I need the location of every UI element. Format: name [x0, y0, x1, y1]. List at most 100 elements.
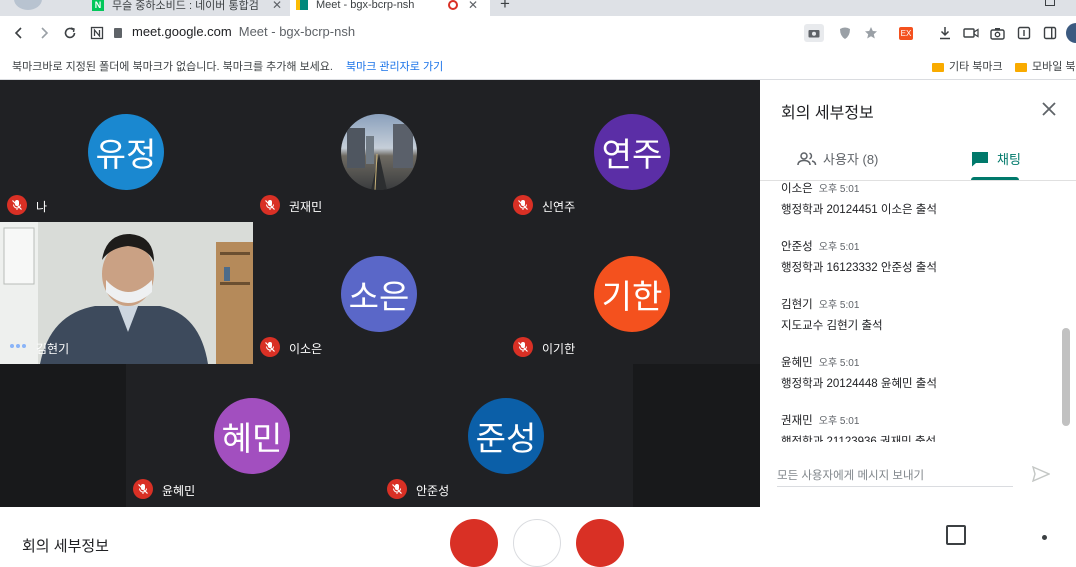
- chat-message: 김현기 오후 5:01 지도교수 김현기 출석: [781, 296, 883, 333]
- participant-tile[interactable]: 연주 신연주: [506, 80, 760, 222]
- grid-spacer: [633, 364, 760, 507]
- download-icon[interactable]: [936, 24, 954, 42]
- url-domain: meet.google.com: [132, 24, 232, 39]
- shield-icon[interactable]: [836, 24, 854, 42]
- mic-off-icon: [513, 337, 533, 357]
- participant-name: 나: [36, 200, 48, 214]
- message-sender: 이소은: [781, 183, 813, 195]
- participant-name: 윤혜민: [162, 484, 196, 498]
- folder-icon: [932, 62, 944, 72]
- participant-avatar: 혜민: [214, 398, 290, 474]
- video-capture-icon[interactable]: [962, 24, 980, 42]
- chat-message-input[interactable]: 모든 사용자에게 메시지 보내기: [777, 467, 1013, 487]
- message-time: 오후 5:01: [818, 300, 860, 311]
- message-text: 행정학과 16123332 안준성 출석: [781, 262, 937, 274]
- meeting-details-label[interactable]: 회의 세부정보: [22, 535, 109, 556]
- tab-title: 무슬 중하소비드 : 네이버 통합검: [112, 0, 259, 12]
- people-icon: [797, 151, 817, 165]
- bookmark-manager-link[interactable]: 북마크 관리자로 가기: [346, 58, 443, 74]
- forward-icon[interactable]: [35, 24, 53, 42]
- grid-spacer: [0, 364, 126, 507]
- mic-off-icon: [260, 337, 280, 357]
- mic-off-icon: [7, 195, 27, 215]
- message-time: 오후 5:01: [818, 184, 860, 195]
- address-bar[interactable]: meet.google.com Meet - bgx-bcrp-nsh: [114, 24, 355, 39]
- chat-scrollbar[interactable]: [1062, 328, 1070, 426]
- meeting-grid: 유정 나 권재민 연주 신연주 김현기 소은 이소은 기한 이기한 혜민 윤혜민…: [0, 80, 760, 507]
- url-page-title: Meet - bgx-bcrp-nsh: [238, 24, 356, 39]
- message-text: 지도교수 김현기 출석: [781, 320, 883, 332]
- recording-icon: [448, 0, 458, 10]
- close-tab-icon[interactable]: ✕: [272, 0, 282, 12]
- message-sender: 권재민: [781, 415, 813, 427]
- participant-photo: [341, 114, 417, 190]
- participant-avatar: 준성: [468, 398, 544, 474]
- camera-toggle-button[interactable]: [576, 519, 624, 567]
- reader-icon[interactable]: [1015, 24, 1033, 42]
- message-sender: 안준성: [781, 241, 813, 253]
- tab-meet[interactable]: Meet - bgx-bcrp-nsh ✕: [290, 0, 490, 16]
- participant-name: 권재민: [289, 200, 323, 214]
- tab-people[interactable]: 사용자 (8): [797, 149, 878, 168]
- mic-toggle-button[interactable]: [450, 519, 498, 567]
- user-avatar[interactable]: [1066, 23, 1076, 43]
- chat-icon: [972, 151, 988, 166]
- reload-icon[interactable]: [61, 24, 79, 42]
- bookmark-folder-other[interactable]: 기타 북마크: [932, 58, 1003, 74]
- bookmarks-bar: 북마크바로 지정된 폴더에 북마크가 없습니다. 북마크를 추가해 보세요. 북…: [0, 51, 1076, 80]
- chat-message: 이소은 오후 5:01 행정학과 20124451 이소은 출석: [781, 180, 937, 217]
- participant-video-tile[interactable]: 김현기: [0, 222, 253, 364]
- bookmark-empty-message: 북마크바로 지정된 폴더에 북마크가 없습니다. 북마크를 추가해 보세요.: [12, 61, 333, 73]
- more-options-icon[interactable]: [1042, 535, 1047, 540]
- participant-name: 김현기: [36, 342, 70, 356]
- tab-naver[interactable]: N 무슬 중하소비드 : 네이버 통합검 ✕: [88, 0, 288, 16]
- naver-icon: N: [92, 0, 104, 11]
- participant-name: 안준성: [416, 484, 450, 498]
- participant-name: 이기한: [542, 342, 576, 356]
- close-panel-icon[interactable]: [1040, 100, 1058, 118]
- message-sender: 윤혜민: [781, 357, 813, 369]
- send-icon[interactable]: [1031, 465, 1051, 487]
- screenshot-icon[interactable]: [988, 24, 1006, 42]
- participant-tile[interactable]: 유정 나: [0, 80, 253, 222]
- lock-icon: [114, 27, 122, 38]
- message-time: 오후 5:01: [818, 242, 860, 253]
- panel-title: 회의 세부정보: [781, 105, 874, 122]
- close-tab-icon[interactable]: ✕: [468, 0, 478, 12]
- extension-ex-icon[interactable]: EX: [897, 24, 915, 42]
- side-panel-icon[interactable]: [1041, 24, 1059, 42]
- window-control-icon[interactable]: [1045, 0, 1055, 6]
- meeting-controls-bar: 회의 세부정보: [0, 507, 1076, 567]
- new-tab-button[interactable]: +: [500, 0, 510, 14]
- participant-tile[interactable]: 권재민: [253, 80, 506, 222]
- camera-blocked-icon[interactable]: [804, 24, 824, 42]
- message-time: 오후 5:01: [818, 358, 860, 369]
- naver-search-icon[interactable]: [88, 24, 106, 42]
- browser-toolbar: meet.google.com Meet - bgx-bcrp-nsh EX: [0, 16, 1076, 51]
- participant-name: 신연주: [542, 200, 576, 214]
- participant-tile[interactable]: 준성 안준성: [380, 364, 633, 507]
- chat-message: 안준성 오후 5:01 행정학과 16123332 안준성 출석: [781, 238, 937, 275]
- participant-avatar: 유정: [88, 114, 164, 190]
- participant-tile[interactable]: 기한 이기한: [506, 222, 760, 364]
- profile-icon[interactable]: [14, 0, 42, 10]
- mic-off-icon: [260, 195, 280, 215]
- back-icon[interactable]: [10, 24, 28, 42]
- meeting-details-panel: 회의 세부정보 사용자 (8) 채팅 이소은 오후 5:01 행정학과 20124…: [760, 80, 1076, 507]
- mic-off-icon: [387, 479, 407, 499]
- participant-avatar: 소은: [341, 256, 417, 332]
- participant-tile[interactable]: 혜민 윤혜민: [126, 364, 380, 507]
- folder-icon: [1015, 62, 1027, 72]
- hang-up-button[interactable]: [513, 519, 561, 567]
- participant-tile[interactable]: 소은 이소은: [253, 222, 506, 364]
- tab-chat[interactable]: 채팅: [971, 149, 1021, 168]
- participant-avatar: 기한: [594, 256, 670, 332]
- message-time: 오후 5:01: [818, 416, 860, 427]
- tab-title: Meet - bgx-bcrp-nsh: [316, 0, 415, 11]
- mic-off-icon: [133, 479, 153, 499]
- bookmark-folder-mobile[interactable]: 모바일 북: [1015, 58, 1076, 74]
- meet-icon: [296, 0, 308, 10]
- message-text: 행정학과 20124448 윤혜민 출석: [781, 378, 937, 390]
- star-icon[interactable]: [862, 24, 880, 42]
- present-screen-icon[interactable]: [946, 525, 966, 545]
